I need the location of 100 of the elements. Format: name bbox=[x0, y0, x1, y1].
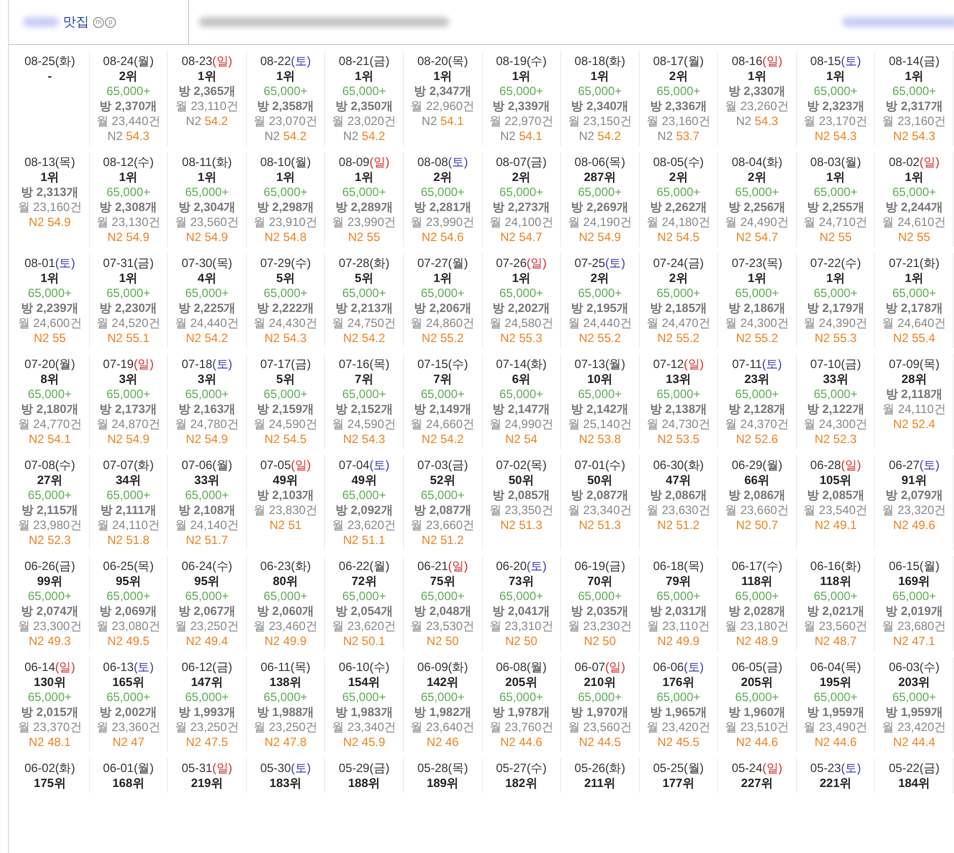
rank-text: 2위 bbox=[748, 170, 766, 185]
n2-score: N2 54.3 bbox=[343, 432, 386, 447]
n2-score: N2 55 bbox=[898, 230, 930, 245]
price-text: 65,000+ bbox=[892, 690, 936, 705]
redacted-text bbox=[23, 17, 59, 27]
room-count: 방 2,179개 bbox=[806, 301, 864, 316]
monthly-count: 월 24,990건 bbox=[489, 417, 554, 432]
price-text: 65,000+ bbox=[185, 589, 229, 604]
date-label: 07-20(월) bbox=[24, 357, 76, 372]
rank-text: 6위 bbox=[512, 372, 531, 387]
room-count: 방 2,340개 bbox=[571, 99, 629, 114]
date-label: 05-22(금) bbox=[888, 761, 940, 776]
room-count: 방 2,147개 bbox=[492, 402, 550, 417]
rank-text: 7위 bbox=[354, 372, 374, 387]
n2-score: N2 45.9 bbox=[343, 735, 386, 750]
n2-score: N2 55.2 bbox=[422, 331, 464, 346]
monthly-count: 월 23,300건 bbox=[18, 619, 82, 634]
rank-text: 1위 bbox=[904, 170, 924, 185]
n2-score: N2 44.6 bbox=[500, 735, 542, 750]
room-count: 방 2,213개 bbox=[335, 301, 393, 316]
rank-text: 1위 bbox=[433, 271, 452, 286]
monthly-count: 월 23,340건 bbox=[568, 503, 632, 518]
n2-score: N2 55.3 bbox=[814, 331, 857, 346]
price-text: 65,000+ bbox=[814, 286, 858, 301]
monthly-count: 월 24,730건 bbox=[646, 417, 710, 432]
date-label: 06-25(목) bbox=[103, 559, 154, 574]
room-count: 방 2,122개 bbox=[806, 402, 864, 417]
rank-text: 210위 bbox=[584, 675, 616, 690]
rank-text: 73위 bbox=[508, 574, 534, 589]
price-text: 65,000+ bbox=[28, 488, 72, 503]
rank-text: 118위 bbox=[741, 574, 773, 589]
room-count: 방 2,041개 bbox=[492, 604, 550, 619]
date-label: 07-16(목) bbox=[338, 357, 390, 372]
room-count: 방 1,988개 bbox=[256, 705, 314, 720]
rank-text: 95위 bbox=[116, 574, 142, 589]
price-text: 65,000+ bbox=[735, 286, 779, 301]
price-text: 65,000+ bbox=[499, 185, 544, 200]
room-count: 방 2,225개 bbox=[178, 301, 236, 316]
room-count: 방 2,180개 bbox=[21, 402, 78, 417]
n2-score: N2 54.1 bbox=[422, 114, 464, 129]
date-label: 05-24(일) bbox=[732, 761, 782, 776]
rank-text: 169위 bbox=[898, 574, 930, 589]
room-count: 방 1,982개 bbox=[414, 705, 472, 720]
room-count: 방 2,330개 bbox=[728, 84, 786, 99]
date-label: 08-21(금) bbox=[338, 54, 390, 69]
date-label: 08-17(월) bbox=[653, 54, 704, 69]
monthly-count: 월 23,250건 bbox=[254, 720, 318, 735]
room-count: 방 2,365개 bbox=[178, 84, 236, 99]
date-label: 06-20(토) bbox=[496, 559, 547, 574]
date-label: 06-14(일) bbox=[24, 660, 76, 675]
date-label: 06-18(목) bbox=[653, 559, 704, 574]
n2-score: N2 44.5 bbox=[578, 735, 621, 750]
monthly-count: 월 23,460건 bbox=[254, 619, 318, 634]
monthly-count: 월 23,630건 bbox=[646, 503, 710, 518]
price-text: 65,000+ bbox=[578, 690, 622, 705]
price-text: 65,000+ bbox=[420, 286, 465, 301]
rank-text: 147위 bbox=[190, 675, 223, 690]
rank-text: 99위 bbox=[37, 574, 62, 589]
n2-score: N2 54.2 bbox=[578, 129, 621, 144]
n2-score: N2 54.3 bbox=[264, 331, 307, 346]
rank-text: 154위 bbox=[348, 675, 380, 690]
date-label: 08-03(월) bbox=[810, 155, 861, 170]
date-label: 07-28(화) bbox=[338, 256, 390, 271]
rank-text: 1위 bbox=[748, 271, 766, 286]
room-count: 방 2,079개 bbox=[886, 488, 943, 503]
rank-text: 49위 bbox=[272, 473, 298, 488]
n2-score: N2 55.2 bbox=[736, 331, 778, 346]
date-label: 06-24(수) bbox=[182, 559, 232, 574]
price-text: 65,000+ bbox=[264, 589, 308, 604]
n2-score: N2 54.9 bbox=[578, 230, 621, 245]
n2-score: N2 55.4 bbox=[893, 331, 936, 346]
monthly-count: 월 23,830건 bbox=[254, 503, 318, 518]
n2-score: N2 54.9 bbox=[107, 230, 150, 245]
date-label: 06-09(화) bbox=[417, 660, 468, 675]
monthly-count: 월 23,180건 bbox=[725, 619, 790, 634]
rank-text: 1위 bbox=[40, 271, 60, 286]
price-text: 65,000+ bbox=[185, 690, 229, 705]
price-text: 65,000+ bbox=[420, 690, 465, 705]
date-label: 07-21(화) bbox=[888, 256, 940, 271]
n2-score: N2 54.6 bbox=[422, 230, 464, 245]
monthly-count: 월 23,680건 bbox=[882, 619, 946, 634]
room-count: 방 2,015개 bbox=[21, 705, 78, 720]
n2-score: N2 54.2 bbox=[343, 331, 386, 346]
date-label: 08-18(화) bbox=[574, 54, 626, 69]
room-count: 방 2,289개 bbox=[335, 200, 393, 215]
rank-text: 33위 bbox=[822, 372, 848, 387]
date-label: 07-30(목) bbox=[182, 256, 232, 271]
date-label: 08-02(일) bbox=[888, 155, 940, 170]
price-text: 65,000+ bbox=[106, 286, 150, 301]
price-text: 65,000+ bbox=[185, 185, 229, 200]
price-text: 65,000+ bbox=[342, 185, 386, 200]
date-label: 08-07(금) bbox=[496, 155, 547, 170]
monthly-count: 월 23,230건 bbox=[568, 619, 632, 634]
rank-text: 72위 bbox=[351, 574, 377, 589]
monthly-count: 월 23,530건 bbox=[410, 619, 475, 634]
date-label: 08-10(월) bbox=[260, 155, 311, 170]
monthly-count: 월 24,660건 bbox=[410, 417, 475, 432]
n2-score: N2 54.9 bbox=[186, 230, 228, 245]
date-label: 07-31(금) bbox=[103, 256, 154, 271]
price-text: 65,000+ bbox=[814, 387, 858, 402]
